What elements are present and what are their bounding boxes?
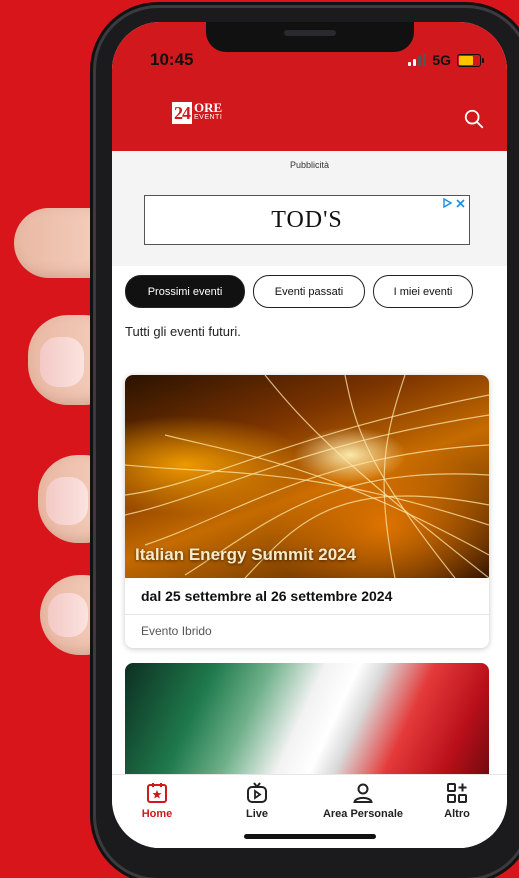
nav-label: Altro xyxy=(444,808,470,820)
tv-play-icon xyxy=(247,782,267,803)
event-tabs: Prossimi eventi Eventi passati I miei ev… xyxy=(125,275,473,308)
event-image: Italian Energy Summit 2024 xyxy=(125,375,489,578)
signal-icon xyxy=(408,54,427,66)
nav-altro[interactable]: Altro xyxy=(412,781,502,820)
tab-miei-eventi[interactable]: I miei eventi xyxy=(373,275,473,308)
ad-label: Pubblicità xyxy=(289,160,330,170)
calendar-star-icon xyxy=(147,783,167,803)
phone-notch xyxy=(206,22,414,52)
nav-live[interactable]: Live xyxy=(212,781,302,820)
status-time: 10:45 xyxy=(150,50,194,69)
app-logo[interactable]: 24 ORE EVENTI xyxy=(172,100,223,124)
battery-icon xyxy=(457,53,484,67)
tab-prossimi-eventi[interactable]: Prossimi eventi xyxy=(125,275,245,308)
adchoices-icon[interactable] xyxy=(442,198,465,208)
home-indicator xyxy=(244,834,376,839)
app-screen: 10:45 5G 24 ORE EVENTI Pubblicità TOD'S xyxy=(112,22,507,848)
network-label: 5G xyxy=(432,52,451,68)
event-card[interactable]: Italian Energy Summit 2024 dal 25 settem… xyxy=(125,375,489,648)
close-icon xyxy=(456,198,465,208)
logo-word: ORE xyxy=(194,100,223,115)
ad-brand: TOD'S xyxy=(271,206,343,233)
ad-section: Pubblicità TOD'S xyxy=(112,151,507,266)
nav-home[interactable]: Home xyxy=(112,781,202,820)
nav-label: Home xyxy=(141,808,173,820)
grid-plus-icon xyxy=(447,783,467,803)
section-subtitle: Tutti gli eventi futuri. xyxy=(125,324,241,339)
logo-number: 24 xyxy=(172,102,192,124)
nav-label: Area Personale xyxy=(322,808,404,820)
nav-label: Live xyxy=(245,808,268,820)
nav-area-personale[interactable]: Area Personale xyxy=(308,781,418,820)
event-type: Evento Ibrido xyxy=(141,624,212,638)
status-indicators: 5G xyxy=(408,52,484,68)
card-divider xyxy=(125,614,489,615)
logo-sub: EVENTI xyxy=(194,114,223,121)
ad-banner[interactable]: TOD'S xyxy=(144,195,470,245)
tab-eventi-passati[interactable]: Eventi passati xyxy=(253,275,365,308)
event-card-image[interactable] xyxy=(125,663,489,783)
search-icon[interactable] xyxy=(463,108,485,130)
event-title: Italian Energy Summit 2024 xyxy=(135,545,357,564)
user-icon xyxy=(353,783,373,803)
event-date: dal 25 settembre al 26 settembre 2024 xyxy=(141,588,393,604)
